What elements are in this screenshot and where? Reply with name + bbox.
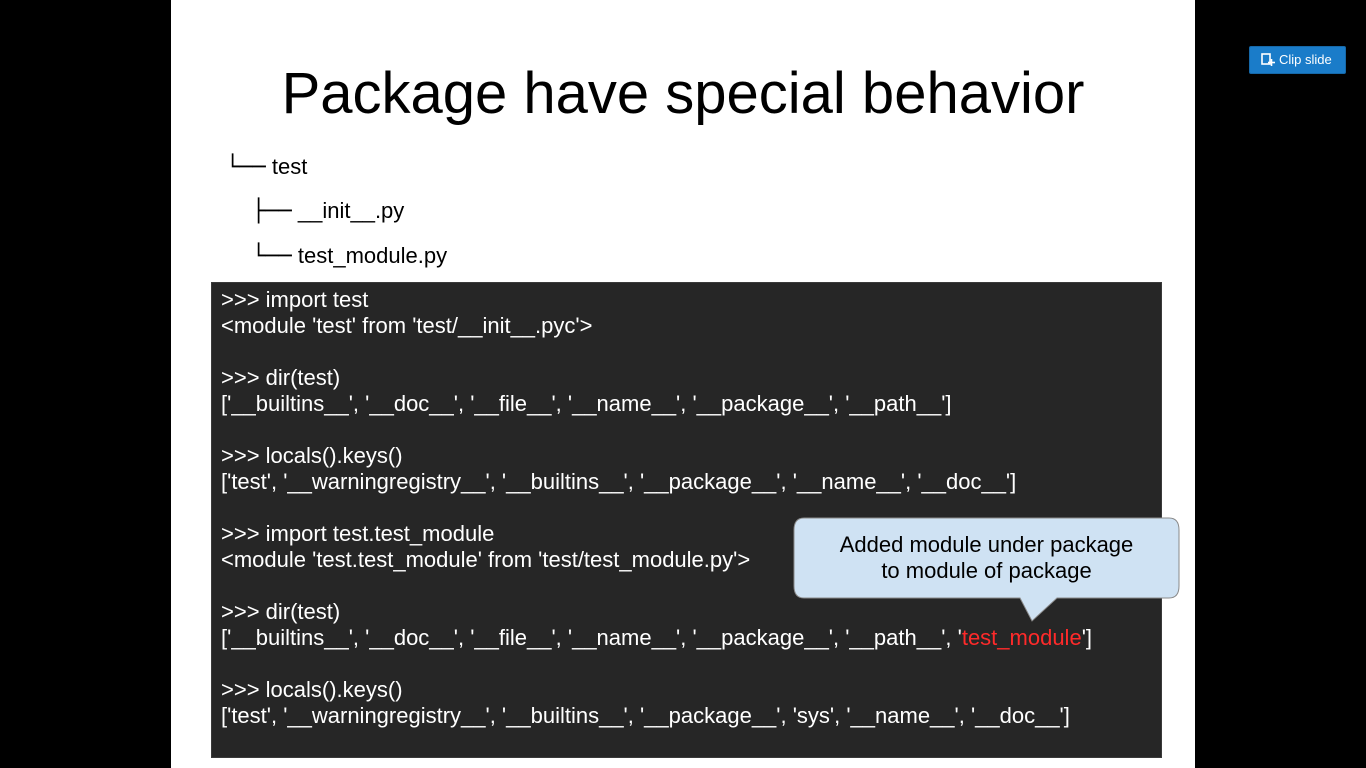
tree-item-label: __init__.py <box>297 198 405 223</box>
callout-bubble: Added module under package to module of … <box>792 516 1181 624</box>
code-line: ['__builtins__', '__doc__', '__file__', … <box>221 391 952 416</box>
clip-slide-label: Clip slide <box>1279 52 1332 67</box>
code-gap <box>221 339 1161 365</box>
tree-item-label: test_module.py <box>297 243 448 268</box>
tree-item-label: test <box>271 154 308 179</box>
slide: Package have special behavior └── test ├… <box>171 0 1195 768</box>
code-line: ['test', '__warningregistry__', '__built… <box>221 703 1070 728</box>
highlighted-module-name: test_module <box>961 625 1082 650</box>
code-text: ['__builtins__', '__doc__', '__file__', … <box>221 625 962 650</box>
slide-title: Package have special behavior <box>281 61 1085 126</box>
slide-viewer: Package have special behavior └── test ├… <box>0 0 1366 768</box>
tree-item-init: ├── __init__.py <box>252 197 404 226</box>
code-line-highlighted: ['__builtins__', '__doc__', '__file__', … <box>221 625 1161 651</box>
code-line: >>> import test <box>221 287 369 312</box>
tree-item-test-module: └── test_module.py <box>252 242 447 271</box>
tree-branch-glyph: └── <box>252 244 292 269</box>
tree-branch-glyph: ├── <box>252 199 292 224</box>
code-text: '] <box>1081 625 1092 650</box>
tree-branch-glyph: └── <box>226 155 266 180</box>
callout-text: Added module under package to module of … <box>792 532 1181 584</box>
code-line: >>> dir(test) <box>221 365 341 390</box>
code-line: ['test', '__warningregistry__', '__built… <box>221 469 1017 494</box>
code-line: >>> locals().keys() <box>221 443 403 468</box>
code-gap <box>221 651 1161 677</box>
callout-line: to module of package <box>881 558 1092 583</box>
code-line: <module 'test' from 'test/__init__.pyc'> <box>221 313 593 338</box>
code-line: >>> locals().keys() <box>221 677 403 702</box>
tree-item-test: └── test <box>226 153 307 182</box>
code-gap <box>221 417 1161 443</box>
clip-slide-icon <box>1261 53 1275 66</box>
clip-slide-button[interactable]: Clip slide <box>1249 46 1346 74</box>
callout-line: Added module under package <box>839 532 1134 557</box>
